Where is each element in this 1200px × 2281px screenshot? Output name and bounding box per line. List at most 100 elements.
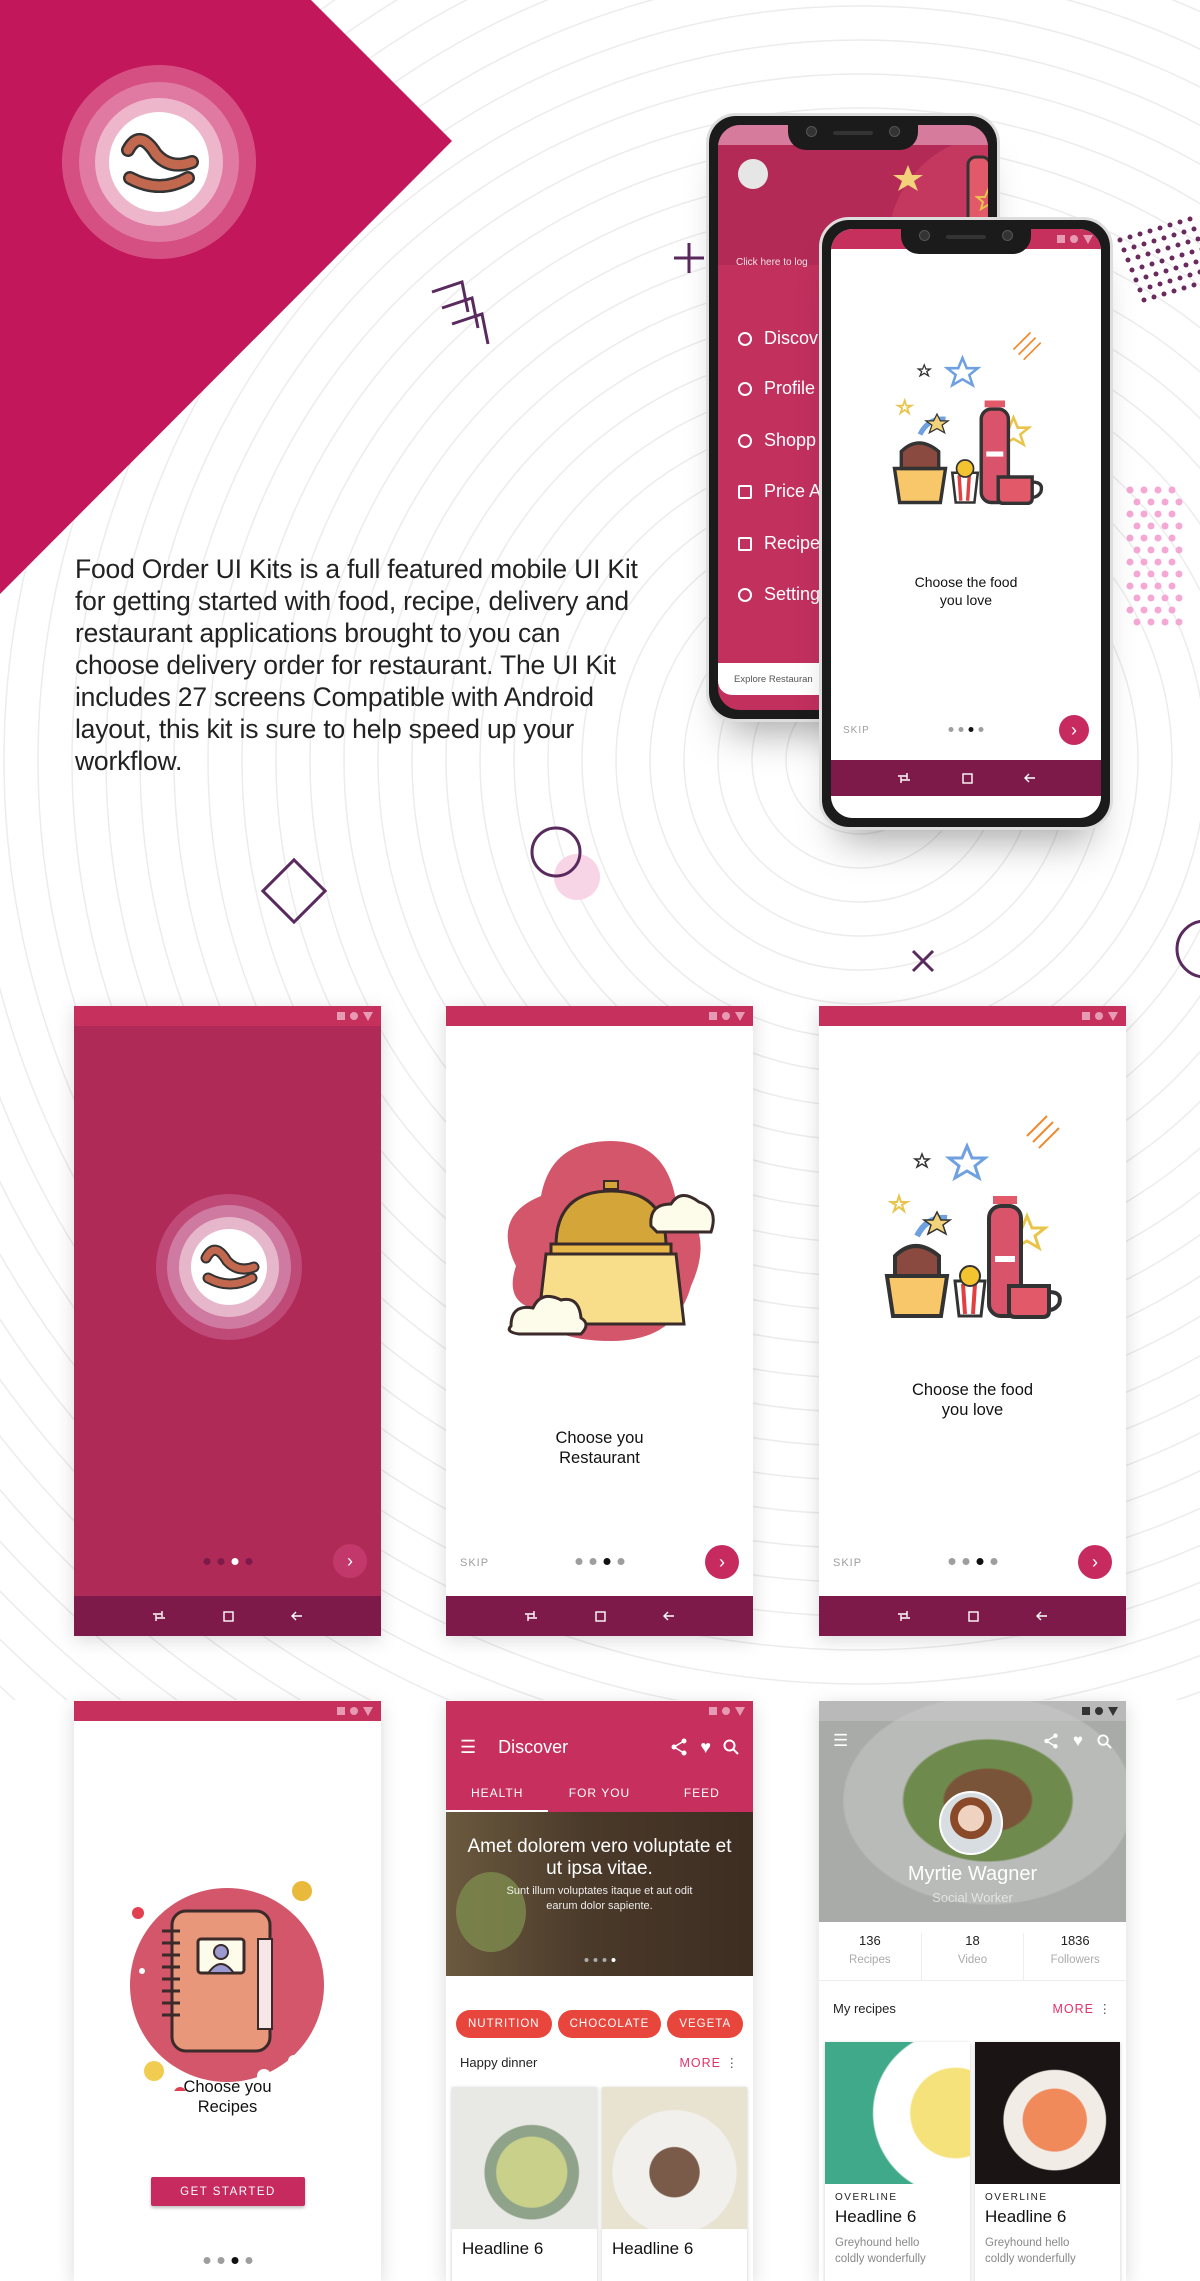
recent-apps-icon[interactable]: [897, 772, 911, 784]
next-button[interactable]: ›: [333, 1544, 367, 1578]
drawer-menu-item[interactable]: Profile: [738, 378, 815, 399]
more-button[interactable]: MORE ⋮: [680, 2055, 739, 2070]
dot: [1172, 233, 1177, 238]
dot: [1140, 265, 1145, 270]
chevron-right-icon: ›: [1092, 1552, 1098, 1573]
dot: [1162, 499, 1169, 506]
tab-for-you[interactable]: FOR YOU: [548, 1773, 650, 1812]
dot: [1152, 239, 1157, 244]
drawer-menu-item[interactable]: Setting: [738, 584, 820, 605]
food-illustration: [877, 1106, 1077, 1346]
dot: [1127, 535, 1134, 542]
dot: [1176, 547, 1183, 554]
search-icon[interactable]: [1097, 1734, 1112, 1749]
drawer-menu-item[interactable]: Shopp: [738, 430, 816, 451]
dot: [1169, 583, 1176, 590]
back-arrow-icon[interactable]: [291, 1611, 303, 1621]
hero-banner[interactable]: Amet dolorem vero voluptate et ut ipsa v…: [446, 1812, 753, 1976]
back-arrow-icon[interactable]: [663, 1611, 675, 1621]
card-overline: OVERLINE: [835, 2192, 960, 2203]
skip-button[interactable]: SKIP: [460, 1557, 489, 1569]
drawer-menu-item[interactable]: Discov: [738, 328, 818, 349]
skip-button[interactable]: SKIP: [833, 1557, 862, 1569]
recipe-card[interactable]: Headline 6: [602, 2087, 747, 2281]
filter-chip[interactable]: NUTRITION: [456, 2010, 552, 2038]
home-icon[interactable]: [968, 1611, 979, 1622]
tab-feed[interactable]: FEED: [651, 1773, 753, 1812]
price-icon: [738, 485, 752, 499]
menu-icon[interactable]: ☰: [460, 1737, 476, 1758]
next-button[interactable]: ›: [1078, 1545, 1112, 1579]
page-indicator: [575, 1558, 624, 1565]
onboarding-phone: Choose the food you love SKIP ›: [819, 217, 1113, 830]
menu-icon[interactable]: ☰: [833, 1731, 848, 1751]
page-indicator: [948, 1558, 997, 1565]
recipe-card[interactable]: OVERLINE Headline 6 Greyhound hellocoldl…: [825, 2042, 970, 2281]
circle-outline-icon: [1177, 921, 1200, 977]
dot: [1138, 232, 1143, 237]
home-icon[interactable]: [223, 1611, 234, 1622]
dot: [1174, 266, 1179, 271]
tab-bar: HEALTHFOR YOUFEED: [446, 1773, 753, 1812]
next-button[interactable]: ›: [705, 1545, 739, 1579]
share-icon[interactable]: [1043, 1733, 1059, 1749]
back-arrow-icon[interactable]: [1024, 773, 1036, 783]
home-icon[interactable]: [595, 1611, 606, 1622]
android-nav-bar: [74, 1596, 381, 1636]
share-icon[interactable]: [670, 1738, 688, 1756]
more-button[interactable]: MORE ⋮: [1053, 2001, 1112, 2016]
stat-label: Video: [922, 1954, 1024, 1966]
heart-icon[interactable]: ♥: [700, 1737, 711, 1758]
next-button[interactable]: ›: [1059, 715, 1089, 745]
dot: [1148, 285, 1153, 290]
dot: [1134, 595, 1141, 602]
dot: [1176, 499, 1183, 506]
back-arrow-icon[interactable]: [1036, 1611, 1048, 1621]
stat-item[interactable]: 18Video: [922, 1933, 1025, 1980]
dot: [1166, 246, 1171, 251]
dot: [1164, 269, 1169, 274]
avatar[interactable]: [939, 1791, 1003, 1855]
skip-button[interactable]: SKIP: [843, 725, 870, 736]
search-icon[interactable]: [723, 1739, 739, 1755]
dot: [1182, 286, 1187, 291]
heart-icon[interactable]: ♥: [1073, 1731, 1083, 1751]
chevron-right-icon: ›: [719, 1552, 725, 1573]
drawer-menu-item[interactable]: Price A: [738, 481, 821, 502]
dot: [1184, 263, 1189, 268]
filter-chip[interactable]: VEGETA: [667, 2010, 743, 2038]
home-icon[interactable]: [962, 773, 973, 784]
cart-icon: [738, 434, 752, 448]
login-prompt[interactable]: Click here to log: [736, 257, 808, 268]
dot: [1141, 535, 1148, 542]
page-indicator: [949, 727, 984, 732]
avatar[interactable]: [738, 159, 768, 189]
dot: [1168, 223, 1173, 228]
filter-chip[interactable]: CHOCOLATE: [558, 2010, 662, 2038]
dot: [1128, 235, 1133, 240]
dot: [1148, 523, 1155, 530]
dot: [1180, 253, 1185, 258]
tab-health[interactable]: HEALTH: [446, 1773, 548, 1812]
recipe-card[interactable]: OVERLINE Headline 6 Greyhound hellocoldl…: [975, 2042, 1120, 2281]
dot: [1142, 298, 1147, 303]
recipe-card[interactable]: Headline 6: [452, 2087, 597, 2281]
dot: [1162, 619, 1169, 626]
drawer-menu-item[interactable]: Recipe: [738, 533, 820, 554]
get-started-button[interactable]: GET STARTED: [151, 2177, 305, 2206]
dot: [1178, 276, 1183, 281]
recent-apps-icon[interactable]: [524, 1610, 538, 1622]
stat-item[interactable]: 136Recipes: [819, 1933, 922, 1980]
android-nav-bar: [819, 1596, 1126, 1636]
recent-apps-icon[interactable]: [152, 1610, 166, 1622]
stat-item[interactable]: 1836Followers: [1024, 1933, 1126, 1980]
dot: [1141, 511, 1148, 518]
dot: [1142, 242, 1147, 247]
onboarding-food-screen: Choose the food you love SKIP ›: [819, 1006, 1126, 1636]
recent-apps-icon[interactable]: [897, 1610, 911, 1622]
dot: [1138, 288, 1143, 293]
dot: [1134, 523, 1141, 530]
restaurant-illustration: [486, 1136, 716, 1346]
recipe-icon: [738, 537, 752, 551]
profile-header: ☰ ♥ Myrtie Wagner Social Worker: [819, 1701, 1126, 1922]
